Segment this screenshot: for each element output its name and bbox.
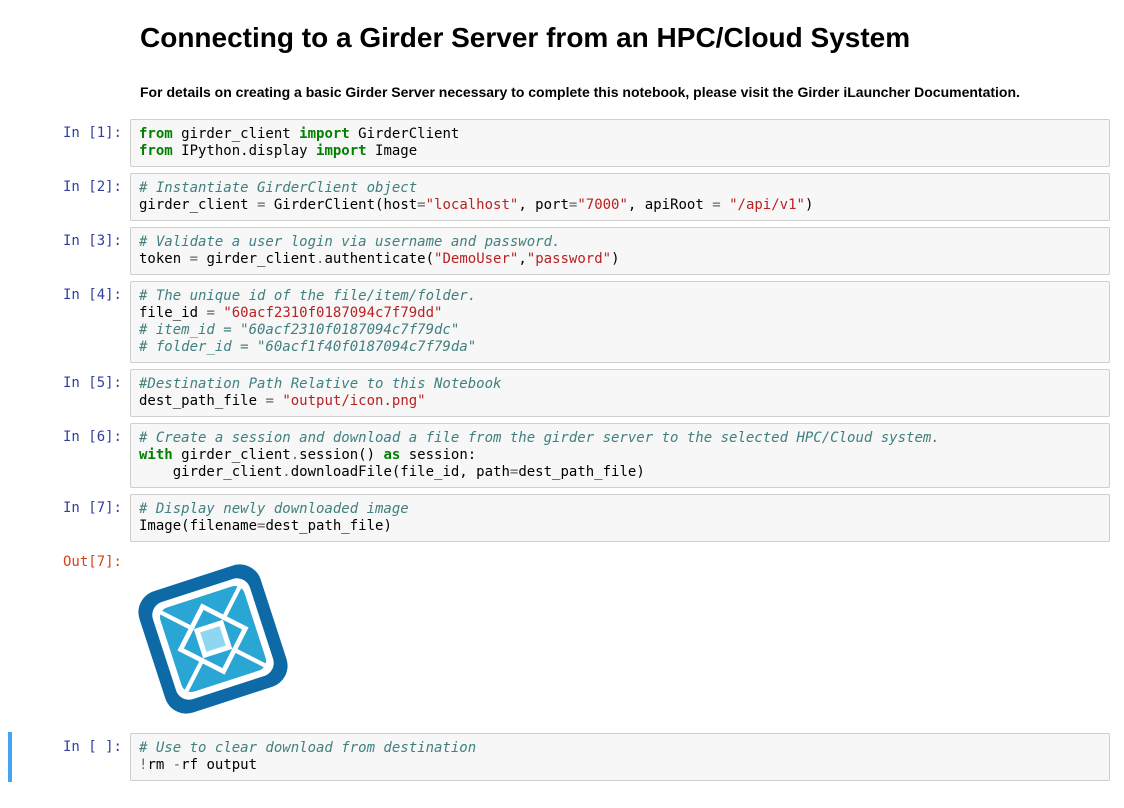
input-prompt: In [2]:: [0, 173, 130, 195]
output-cell-7: Out[7]:: [0, 547, 1124, 728]
code-cell-1[interactable]: In [1]: from girder_client import Girder…: [0, 118, 1124, 168]
code-cell-8[interactable]: In [ ]: # Use to clear download from des…: [14, 732, 1124, 782]
code-input[interactable]: from girder_client import GirderClient f…: [130, 119, 1110, 167]
code-cell-7[interactable]: In [7]: # Display newly downloaded image…: [0, 493, 1124, 543]
code: # The unique id of the file/item/folder.…: [139, 288, 1101, 356]
code-cell-5[interactable]: In [5]: #Destination Path Relative to th…: [0, 368, 1124, 418]
selected-cell-indicator: In [ ]: # Use to clear download from des…: [8, 732, 1124, 782]
input-prompt: In [4]:: [0, 281, 130, 303]
code-input[interactable]: # The unique id of the file/item/folder.…: [130, 281, 1110, 363]
code-input[interactable]: # Create a session and download a file f…: [130, 423, 1110, 488]
code-input[interactable]: # Use to clear download from destination…: [130, 733, 1110, 781]
input-prompt: In [5]:: [0, 369, 130, 391]
girder-logo-icon: [128, 554, 298, 724]
code: from girder_client import GirderClient f…: [139, 126, 1101, 160]
code-input[interactable]: #Destination Path Relative to this Noteb…: [130, 369, 1110, 417]
input-prompt: In [1]:: [0, 119, 130, 141]
code: # Instantiate GirderClient object girder…: [139, 180, 1101, 214]
input-prompt: In [7]:: [0, 494, 130, 516]
code: # Use to clear download from destination…: [139, 740, 1101, 774]
code-cell-6[interactable]: In [6]: # Create a session and download …: [0, 422, 1124, 489]
input-prompt: In [ ]:: [14, 733, 130, 755]
code-input[interactable]: # Instantiate GirderClient object girder…: [130, 173, 1110, 221]
code: # Display newly downloaded image Image(f…: [139, 501, 1101, 535]
input-prompt: In [6]:: [0, 423, 130, 445]
title-cell: Connecting to a Girder Server from an HP…: [0, 22, 1124, 54]
image-output: [130, 548, 1110, 727]
subtitle-text: For details on creating a basic Girder S…: [140, 84, 1110, 100]
output-prompt: Out[7]:: [0, 548, 130, 570]
code-input[interactable]: # Display newly downloaded image Image(f…: [130, 494, 1110, 542]
subtitle-cell: For details on creating a basic Girder S…: [0, 84, 1124, 100]
code-cell-3[interactable]: In [3]: # Validate a user login via user…: [0, 226, 1124, 276]
code-cell-4[interactable]: In [4]: # The unique id of the file/item…: [0, 280, 1124, 364]
code: # Create a session and download a file f…: [139, 430, 1101, 481]
notebook-container: Connecting to a Girder Server from an HP…: [0, 0, 1124, 806]
code: #Destination Path Relative to this Noteb…: [139, 376, 1101, 410]
page-title: Connecting to a Girder Server from an HP…: [140, 22, 1110, 54]
code-input[interactable]: # Validate a user login via username and…: [130, 227, 1110, 275]
input-prompt: In [3]:: [0, 227, 130, 249]
code-cell-2[interactable]: In [2]: # Instantiate GirderClient objec…: [0, 172, 1124, 222]
code: # Validate a user login via username and…: [139, 234, 1101, 268]
